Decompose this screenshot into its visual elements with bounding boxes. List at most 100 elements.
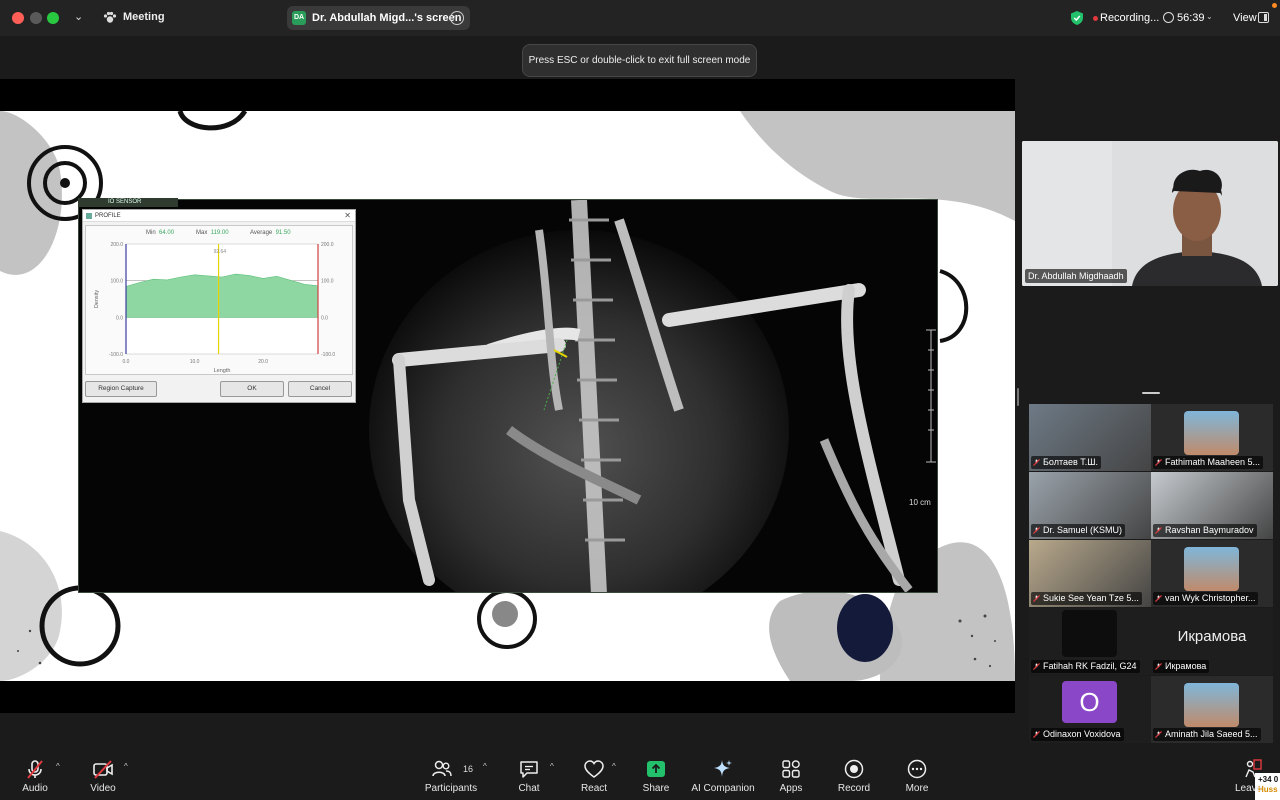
participants-label: Participants [424, 783, 478, 794]
profile-title: PROFILE [95, 213, 121, 219]
participant-name: Dr. Samuel (KSMU) [1031, 524, 1126, 537]
participants-options-caret-icon[interactable]: ^ [483, 762, 487, 771]
more-icon[interactable]: ··· [450, 11, 464, 25]
presentation-slide: IO SENSOR 10 cm PROFILE ✕ Min 64.00 Max … [0, 111, 1015, 681]
meeting-timer[interactable]: 56:39 [1177, 12, 1205, 24]
profile-chart: Min 64.00 Max 119.00 Average 91.50 92.64… [85, 225, 353, 375]
zoom-window: ⌄ Meeting DA Dr. Abdullah Migd...'s scre… [0, 0, 1280, 800]
participant-name-text: Ravshan Baymuradov [1165, 525, 1254, 535]
recording-dot [1093, 16, 1098, 21]
video-label: Video [90, 783, 116, 794]
chat-icon [520, 761, 538, 778]
leave-label: Leave [1235, 783, 1263, 794]
audio-label: Audio [22, 783, 48, 794]
shared-screen: IO SENSOR 10 cm PROFILE ✕ Min 64.00 Max … [0, 79, 1015, 713]
timer-chevron-icon[interactable]: ⌄ [1206, 12, 1213, 21]
fullscreen-window-button[interactable] [47, 12, 59, 24]
participant-name-text: van Wyk Christopher... [1165, 593, 1256, 603]
mic-muted-icon [1155, 459, 1162, 466]
meeting-icon [103, 11, 117, 23]
more-button[interactable]: More [898, 750, 936, 800]
x-axis-label: Length [214, 368, 231, 374]
participant-name-text: Sukie See Yean Tze 5... [1043, 593, 1139, 603]
screen-share-indicator[interactable]: DA Dr. Abdullah Migd...'s screen ··· [287, 6, 470, 30]
participant-tile[interactable]: Sukie See Yean Tze 5... [1029, 540, 1151, 607]
mic-muted-icon [1033, 527, 1040, 534]
participant-tile[interactable]: Fathimath Maaheen 5... [1151, 404, 1273, 471]
apps-icon [782, 760, 800, 778]
profile-plot: 92.64200.0 200.0100.0 100.00.0 0.0-100.0 -10… [94, 242, 335, 374]
y-tick-label-right: -100.0 [321, 352, 335, 358]
gallery-resize-handle[interactable] [1142, 392, 1160, 394]
chat-button[interactable]: Chat [510, 750, 548, 800]
chevron-down-icon[interactable]: ⌄ [74, 10, 83, 23]
participant-name: van Wyk Christopher... [1153, 592, 1259, 605]
participant-thumbnail [1062, 610, 1117, 657]
react-button[interactable]: React [574, 750, 614, 800]
recording-status[interactable]: Recording... [1100, 12, 1159, 24]
profile-dialog[interactable]: PROFILE ✕ Min 64.00 Max 119.00 Average 9… [82, 209, 356, 403]
clock-icon [1163, 12, 1174, 23]
mic-muted-icon [1155, 527, 1162, 534]
participant-name: Икрамова [1153, 660, 1210, 673]
participant-tile[interactable]: van Wyk Christopher... [1151, 540, 1273, 607]
minimize-window-button[interactable] [30, 12, 42, 24]
notification-dot [1272, 3, 1277, 8]
participant-tile[interactable]: Ravshan Baymuradov [1151, 472, 1273, 539]
mic-muted-icon [1033, 595, 1040, 602]
react-options-caret-icon[interactable]: ^ [612, 762, 616, 771]
mic-muted-icon [1155, 731, 1162, 738]
io-sensor-tab[interactable]: IO SENSOR [78, 198, 178, 207]
participant-name: Fathimath Maaheen 5... [1153, 456, 1264, 469]
participant-tile[interactable]: Fatihah RK Fadzil, G24 [1029, 608, 1151, 675]
participant-name: Ravshan Baymuradov [1153, 524, 1257, 537]
more-dots-icon [907, 759, 927, 779]
y-tick-label-right: 0.0 [321, 315, 328, 321]
leave-icon [1245, 759, 1262, 778]
y-tick-label: 100.0 [110, 279, 123, 285]
participant-name-text: Fathimath Maaheen 5... [1165, 457, 1261, 467]
audio-options-caret-icon[interactable]: ^ [56, 762, 60, 771]
active-speaker-video[interactable]: Dr. Abdullah Migdhaadh [1022, 141, 1278, 286]
video-options-caret-icon[interactable]: ^ [124, 762, 128, 771]
close-window-button[interactable] [12, 12, 24, 24]
share-button[interactable]: Share [636, 750, 676, 800]
scale-label: 10 cm [909, 498, 931, 507]
participant-tile[interactable]: O Odinaxon Voxidova [1029, 676, 1151, 743]
video-button[interactable]: Video [82, 750, 124, 800]
x-tick-label: 10.0 [190, 359, 200, 365]
participant-name: Болтаев Т.Ш. [1031, 456, 1102, 469]
close-icon[interactable]: ✕ [344, 210, 351, 222]
participants-icon [432, 760, 452, 777]
meeting-toolbar: Audio ^ Video ^ Participants ^ Chat ^ Re… [0, 750, 1280, 800]
participant-tile[interactable]: Икрамова Икрамова [1151, 608, 1273, 675]
speaker-video-frame [1022, 141, 1278, 286]
view-menu[interactable]: View [1233, 12, 1257, 24]
profile-title-bar: PROFILE ✕ [83, 210, 355, 222]
heart-icon [584, 760, 604, 778]
mic-muted-icon [1033, 663, 1040, 670]
record-button[interactable]: Record [832, 750, 876, 800]
presenter-avatar: DA [292, 11, 306, 25]
apps-button[interactable]: Apps [772, 750, 810, 800]
participant-tile[interactable]: Aminath Jila Saeed 5... [1151, 676, 1273, 743]
ok-button[interactable]: OK [220, 381, 284, 397]
participant-tile[interactable]: Болтаев Т.Ш. [1029, 404, 1151, 471]
cancel-button[interactable]: Cancel [288, 381, 352, 397]
security-shield-icon[interactable] [1070, 10, 1084, 26]
view-layout-icon[interactable] [1258, 12, 1269, 23]
audio-button[interactable]: Audio [14, 750, 56, 800]
participants-button[interactable]: Participants [420, 750, 482, 800]
y-tick-label: 200.0 [110, 242, 123, 248]
panel-resize-handle[interactable] [1017, 388, 1019, 406]
ai-companion-button[interactable]: AI Companion [690, 750, 756, 800]
share-screen-icon [647, 761, 665, 777]
participant-name: Odinaxon Voxidova [1031, 728, 1124, 741]
leave-button[interactable]: Leave [1230, 750, 1274, 800]
title-bar: ⌄ Meeting DA Dr. Abdullah Migd...'s scre… [0, 0, 1280, 36]
participant-tile[interactable]: Dr. Samuel (KSMU) [1029, 472, 1151, 539]
x-tick-label: 20.0 [258, 359, 268, 365]
region-capture-button[interactable]: Region Capture [85, 381, 157, 397]
profile-icon [86, 213, 92, 219]
chat-options-caret-icon[interactable]: ^ [550, 762, 554, 771]
